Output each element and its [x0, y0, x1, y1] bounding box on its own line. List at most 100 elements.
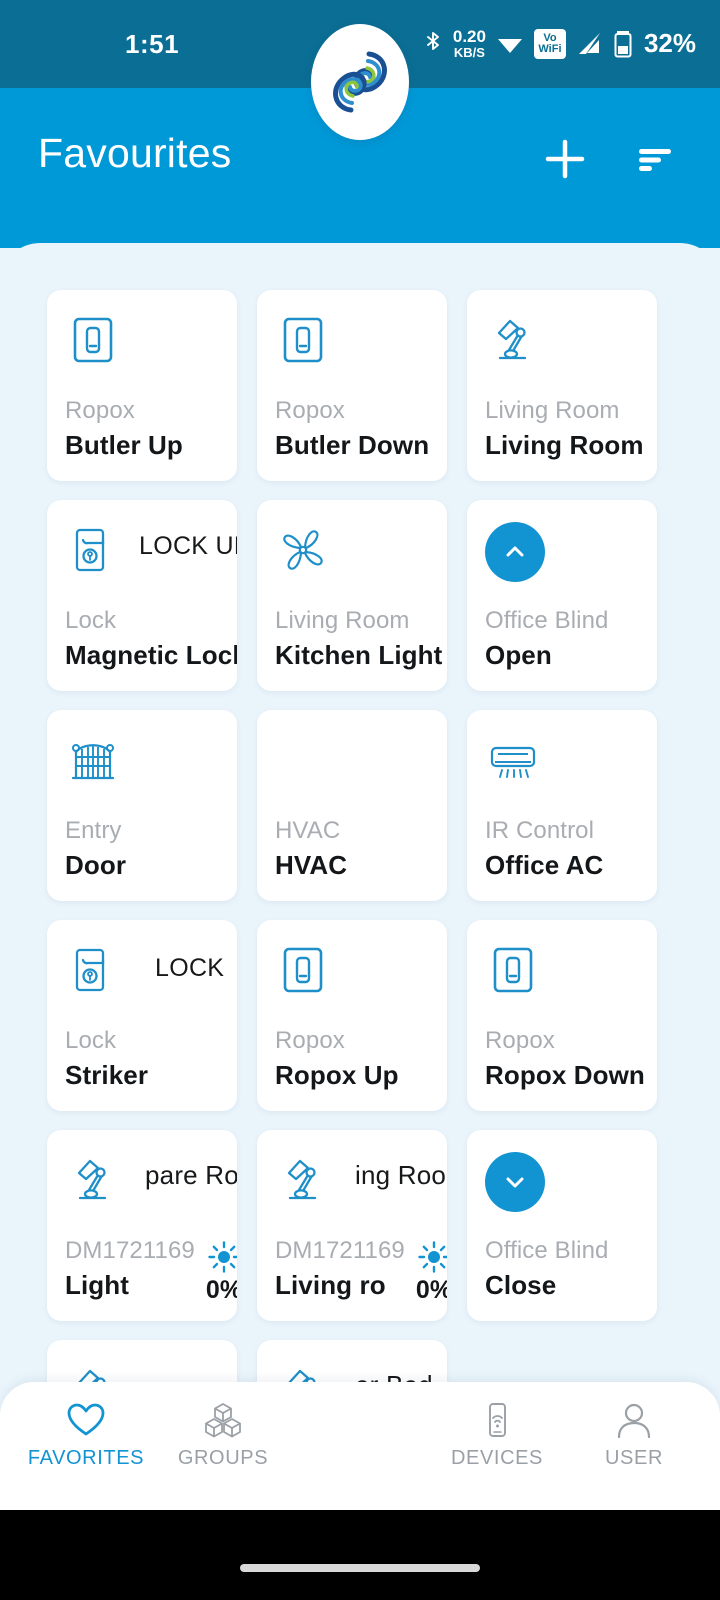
sort-icon[interactable] [632, 136, 678, 182]
card-title: Living Room [485, 429, 644, 460]
door-lock-icon [65, 942, 121, 998]
brightness-control[interactable]: 0% [397, 1240, 447, 1305]
nav-item-groups[interactable]: GROUPS [165, 1402, 281, 1470]
card-header: LOCK [65, 942, 224, 1020]
brightness-control[interactable]: 0% [187, 1240, 237, 1305]
favourite-card[interactable]: Ropox Butler Up [47, 290, 237, 481]
nav-item-user[interactable]: USER [576, 1402, 692, 1470]
favourite-card[interactable]: ing Roo DM1721169 Living ro 0 [257, 1130, 447, 1321]
system-gesture-bar [0, 1510, 720, 1600]
favourites-grid: Ropox Butler Up Ropox Butler Down Living… [47, 290, 673, 1428]
ceiling-fan-icon [275, 522, 331, 578]
card-title: Light [65, 1269, 130, 1300]
card-labels: Living Room Living Room [485, 395, 657, 463]
card-labels: Living Room Kitchen Light [275, 605, 447, 673]
content-sheet[interactable]: Ropox Butler Up Ropox Butler Down Living… [0, 243, 720, 1428]
card-header: pare Ro [65, 1152, 237, 1230]
card-title: Living ro [275, 1269, 386, 1300]
card-title: Open [485, 639, 552, 670]
light-switch-icon [275, 942, 331, 998]
card-header: ing Roo [275, 1152, 446, 1230]
vowifi-line-2: WiFi [538, 42, 562, 55]
card-subtitle: Office Blind [485, 1236, 609, 1264]
blind-close-icon[interactable] [485, 1152, 545, 1212]
card-subtitle: Entry [65, 816, 122, 844]
bottom-navigation: FAVORITES GROUPS DEVICES USER [0, 1382, 720, 1510]
heart-icon [67, 1403, 105, 1436]
light-switch-icon [275, 312, 331, 368]
favourite-card[interactable]: HVAC HVAC [257, 710, 447, 901]
data-rate-unit: KB/S [453, 45, 485, 61]
dimmer-labels: DM1721169 Light [65, 1235, 195, 1303]
card-subtitle: Living Room [485, 396, 620, 424]
favourite-card[interactable]: Ropox Butler Down [257, 290, 447, 481]
brightness-value: 0% [205, 1276, 237, 1304]
card-title: Door [65, 849, 127, 880]
card-title: Ropox Up [275, 1059, 399, 1090]
brand-swirl-logo[interactable] [311, 24, 409, 140]
favourite-card[interactable]: Ropox Ropox Down [467, 920, 657, 1111]
card-header [485, 522, 639, 600]
cellular-signal-icon [576, 31, 604, 57]
card-overflow-title: pare Ro [145, 1160, 237, 1190]
card-labels: Ropox Ropox Up [275, 1025, 447, 1093]
light-switch-icon [65, 312, 121, 368]
plus-icon[interactable] [542, 136, 588, 182]
favourite-card[interactable]: Living Room Living Room [467, 290, 657, 481]
card-header: LOCK UNLOCK [65, 522, 237, 600]
lock-unlock-actions[interactable]: LOCK UNLOCK [139, 532, 237, 561]
card-subtitle: Ropox [275, 1026, 345, 1054]
card-labels: Office Blind Open [485, 605, 657, 673]
favourite-card[interactable]: LOCK UNLOCK Lock Magnetic Lock Mo [47, 500, 237, 691]
card-header [275, 732, 429, 810]
app-bar-actions [542, 136, 678, 182]
lock-action-button[interactable]: LOCK [155, 954, 224, 983]
card-subtitle: IR Control [485, 816, 595, 844]
wifi-icon [496, 31, 524, 57]
battery-percentage: 32% [643, 28, 696, 59]
card-subtitle: Ropox [65, 396, 135, 424]
card-title: Striker [65, 1059, 149, 1090]
card-header [65, 732, 219, 810]
card-header [485, 732, 639, 810]
favourite-card[interactable]: Living Room Kitchen Light [257, 500, 447, 691]
card-title: Butler Up [65, 429, 183, 460]
blind-open-icon[interactable] [485, 522, 545, 582]
page-title: Favourites [38, 130, 232, 176]
card-labels: Lock Magnetic Lock Mo [65, 605, 237, 673]
nav-label-devices: DEVICES [450, 1447, 543, 1469]
nav-label-favorites: FAVORITES [27, 1447, 145, 1469]
nav-item-favorites[interactable]: FAVORITES [28, 1402, 144, 1470]
user-icon [617, 1403, 651, 1438]
card-labels: HVAC HVAC [275, 815, 447, 883]
card-title: Ropox Down [485, 1059, 645, 1090]
favourite-card[interactable]: Office Blind Close [467, 1130, 657, 1321]
card-title: Close [485, 1269, 557, 1300]
gesture-pill[interactable] [240, 1564, 480, 1572]
card-subtitle: Ropox [275, 396, 345, 424]
favourite-card[interactable]: Entry Door [47, 710, 237, 901]
favourite-card[interactable]: IR Control Office AC [467, 710, 657, 901]
favourite-card[interactable]: Office Blind Open [467, 500, 657, 691]
gate-icon [65, 732, 121, 788]
desk-lamp-icon [65, 1152, 121, 1208]
favourite-card[interactable]: Ropox Ropox Up [257, 920, 447, 1111]
card-labels: Ropox Ropox Down [485, 1025, 657, 1093]
favourite-card[interactable]: pare Ro DM1721169 Light 0 [47, 1130, 237, 1321]
card-header [485, 942, 639, 1020]
desk-lamp-icon [485, 312, 541, 368]
nav-item-devices[interactable]: DEVICES [439, 1402, 555, 1470]
card-title: Magnetic Lock Mo [65, 639, 237, 670]
card-labels: Ropox Butler Up [65, 395, 237, 463]
card-labels: Ropox Butler Down [275, 395, 447, 463]
nav-label-groups: GROUPS [177, 1447, 269, 1469]
favourite-card[interactable]: LOCK Lock Striker [47, 920, 237, 1111]
card-labels: Office Blind Close [485, 1235, 657, 1303]
card-header [275, 522, 429, 600]
card-subtitle: Ropox [485, 1026, 555, 1054]
brightness-value: 0% [415, 1276, 447, 1304]
desk-lamp-icon [275, 1152, 331, 1208]
card-labels: Entry Door [65, 815, 237, 883]
card-header [485, 312, 639, 390]
card-subtitle: DM1721169 [65, 1236, 195, 1264]
